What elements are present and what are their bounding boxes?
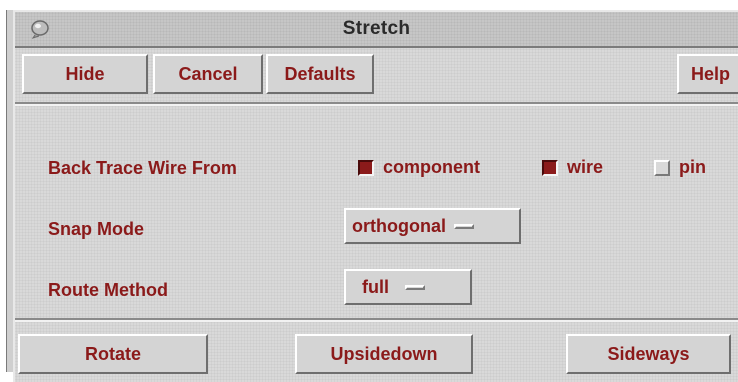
route-method-value: full [362,276,389,297]
component-checkbox-label: component [383,157,480,177]
wire-check-indicator [542,159,558,176]
hide-button[interactable]: Hide [22,54,148,94]
option-menu-indicator-icon [453,223,474,229]
help-button[interactable]: Help [677,54,738,94]
pin-check-indicator [654,159,670,176]
window-title: Stretch [342,18,411,39]
component-check-indicator [358,159,374,176]
route-method-label: Route Method [48,280,168,300]
component-checkbox[interactable]: component [358,157,480,178]
upsidedown-button[interactable]: Upsidedown [295,334,473,374]
option-menu-indicator-icon [405,284,425,290]
route-method-option-menu[interactable]: full [344,269,472,305]
snap-mode-label: Snap Mode [48,219,145,239]
rotate-button[interactable]: Rotate [18,334,208,374]
separator-bottom [15,318,738,322]
defaults-button[interactable]: Defaults [266,54,374,94]
back-trace-label: Back Trace Wire From [48,158,237,178]
title-bar[interactable]: Stretch [15,12,738,48]
cancel-button[interactable]: Cancel [153,54,263,94]
snap-mode-option-menu[interactable]: orthogonal [344,208,521,244]
separator-top [15,102,738,106]
pin-checkbox-label: pin [679,157,706,177]
sideways-button[interactable]: Sideways [566,334,731,374]
pin-checkbox[interactable]: pin [654,157,706,178]
snap-mode-value: orthogonal [352,215,446,236]
stretch-dialog: Stretch Hide Cancel Defaults Help Back T… [13,10,738,382]
wire-checkbox[interactable]: wire [542,157,603,178]
wire-checkbox-label: wire [567,157,604,177]
